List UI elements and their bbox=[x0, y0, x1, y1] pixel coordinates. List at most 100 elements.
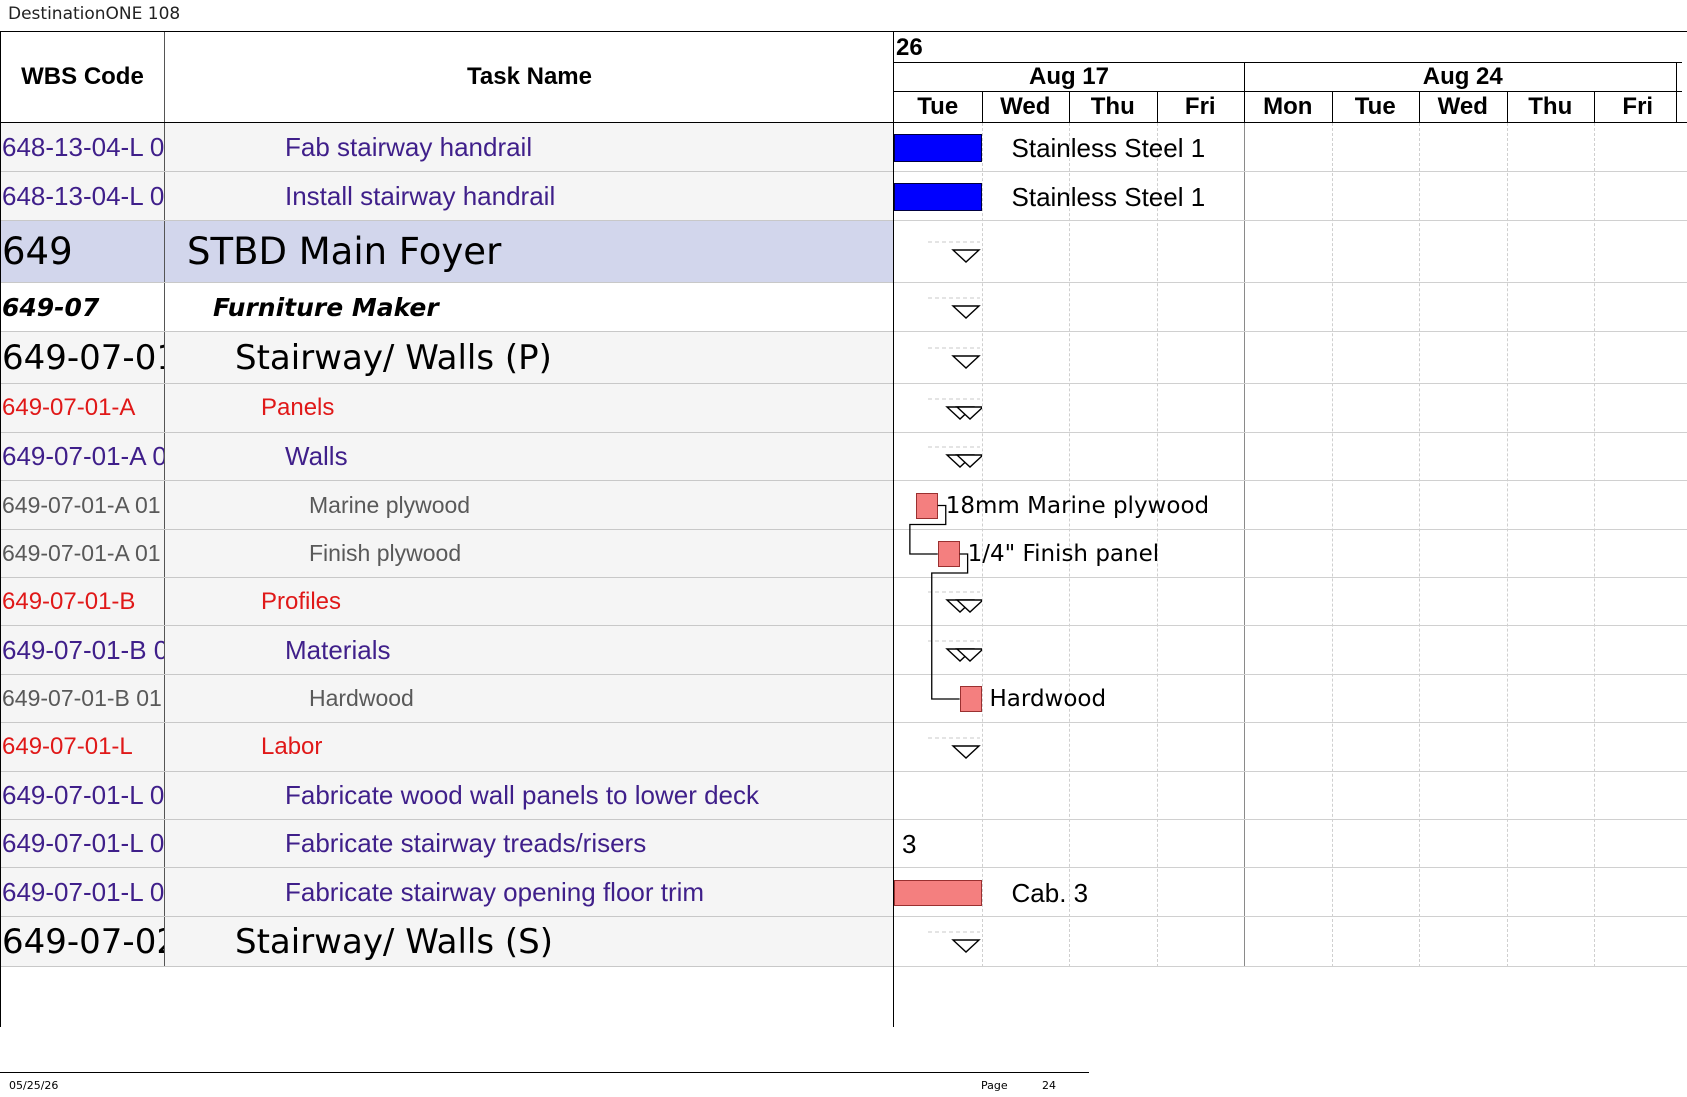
wbs-code-cell: 649-07-02 bbox=[1, 917, 165, 966]
gantt-row-line bbox=[894, 171, 1687, 172]
task-name-cell: Hardwood bbox=[309, 685, 414, 711]
wbs-code-cell: 649-07-01-A 0 bbox=[1, 433, 165, 480]
task-row[interactable]: 649-07-01-L 0 Fabricate wood wall panels … bbox=[1, 772, 894, 820]
document-title: DestinationONE 108 bbox=[8, 4, 181, 24]
task-row[interactable]: 649-07-01-A 01 Marine plywood bbox=[1, 481, 894, 530]
timescale-divider bbox=[1331, 92, 1333, 122]
task-row[interactable]: 648-13-04-L 0 Fab stairway handrail bbox=[1, 123, 894, 172]
wbs-code-cell: 649-07-01-L 0 bbox=[1, 820, 165, 867]
task-name-cell: Profiles bbox=[261, 587, 342, 615]
task-name-column-header[interactable]: Task Name bbox=[165, 32, 894, 122]
task-row[interactable]: 649-07-01-B 01 Hardwood bbox=[1, 675, 894, 723]
gantt-row-line bbox=[894, 480, 1687, 481]
timescale-day-label: Thu bbox=[1090, 93, 1135, 120]
summary-triangle-icon[interactable] bbox=[926, 930, 982, 960]
wbs-code-cell: 649-07 bbox=[1, 283, 165, 331]
wbs-code-cell: 649-07-01-L 0 bbox=[1, 772, 165, 819]
task-row[interactable]: 649-07-01-B 0 Materials bbox=[1, 626, 894, 675]
task-table: WBS Code Task Name 648-13-04-L 0 Fab stai… bbox=[0, 31, 894, 1027]
gantt-row-line bbox=[894, 916, 1687, 917]
summary-triangle-icon[interactable] bbox=[926, 296, 982, 326]
task-name-cell: Install stairway handrail bbox=[285, 180, 556, 211]
timescale-day-label: Fri bbox=[1622, 93, 1654, 120]
gantt-gridline bbox=[1419, 123, 1420, 967]
wbs-code-cell: 649-07-01-L 0 bbox=[1, 868, 165, 916]
gantt-timescale-header: 26 Aug 17 Aug 24 Tue Wed Thu Fri Mon Tue Wed Thu F… bbox=[894, 32, 1687, 123]
gantt-row-line bbox=[894, 966, 1687, 967]
task-name-cell: Panels bbox=[261, 394, 335, 421]
schedule-grid: WBS Code Task Name 648-13-04-L 0 Fab stai… bbox=[0, 31, 1687, 1027]
gantt-row-line bbox=[894, 331, 1687, 332]
timescale-week-label: Aug 17 bbox=[894, 62, 1244, 92]
timescale-divider bbox=[981, 92, 983, 122]
gantt-task-bar[interactable] bbox=[937, 541, 960, 567]
gantt-row-line bbox=[894, 819, 1687, 820]
timescale-divider bbox=[1419, 92, 1420, 122]
gantt-bar-label: Hardwood bbox=[989, 686, 1107, 712]
task-row[interactable]: 649-07-01-A 0 Walls bbox=[1, 433, 894, 481]
gantt-row-line bbox=[894, 432, 1687, 433]
gantt-task-bar[interactable] bbox=[959, 686, 982, 712]
task-name-cell: STBD Main Foyer bbox=[187, 230, 502, 273]
timescale-day-label: Fri bbox=[1184, 93, 1216, 120]
timescale-divider bbox=[1675, 62, 1677, 122]
gantt-gridline bbox=[1506, 123, 1508, 967]
double-triangle-icon[interactable] bbox=[926, 397, 982, 427]
wbs-code-cell: 649-07-01 bbox=[1, 332, 165, 383]
task-row[interactable]: 649-07 Furniture Maker bbox=[1, 283, 894, 332]
wbs-code-cell: 649-07-01-A 01 bbox=[1, 530, 165, 577]
wbs-code-cell: 649-07-01-A 01 bbox=[1, 481, 165, 529]
gantt-row-line bbox=[894, 383, 1687, 384]
gantt-task-bar[interactable] bbox=[894, 879, 982, 906]
double-triangle-icon[interactable] bbox=[926, 639, 982, 669]
double-triangle-icon[interactable] bbox=[926, 590, 982, 620]
task-name-cell: Materials bbox=[285, 634, 391, 665]
task-row[interactable]: 648-13-04-L 0 Install stairway handrail bbox=[1, 172, 894, 221]
task-row[interactable]: 649-07-01-A Panels bbox=[1, 384, 894, 433]
task-row[interactable]: 649-07-01-L 0 Fabricate stairway opening … bbox=[1, 868, 894, 917]
timescale-day-label: Mon bbox=[1263, 93, 1313, 120]
gantt-row-line bbox=[894, 867, 1687, 868]
task-row[interactable]: 649-07-02 Stairway/ Walls (S) bbox=[1, 917, 894, 967]
task-name-cell: Stairway/ Walls (P) bbox=[235, 337, 552, 378]
task-name-cell: Finish plywood bbox=[309, 540, 462, 566]
timescale-day-label: Wed bbox=[1437, 93, 1488, 120]
task-row[interactable]: 649-07-01-L 0 Fabricate stairway treads/r… bbox=[1, 820, 894, 868]
summary-triangle-icon[interactable] bbox=[926, 736, 982, 766]
task-name-cell: Walls bbox=[285, 441, 348, 471]
timescale-year-label: 26 bbox=[896, 34, 923, 61]
timescale-day-label: Tue bbox=[917, 93, 959, 120]
gantt-row-line bbox=[894, 529, 1687, 530]
task-row[interactable]: 649 STBD Main Foyer bbox=[1, 221, 894, 283]
dependency-link bbox=[931, 553, 969, 700]
gantt-task-bar[interactable] bbox=[894, 182, 982, 211]
task-row[interactable]: 649-07-01-B Profiles bbox=[1, 578, 894, 626]
gantt-gridline bbox=[1594, 123, 1595, 967]
timescale-divider bbox=[1156, 92, 1158, 122]
wbs-code-column-header[interactable]: WBS Code bbox=[1, 32, 165, 122]
wbs-code-cell: 648-13-04-L 0 bbox=[1, 123, 165, 171]
summary-triangle-icon[interactable] bbox=[926, 240, 982, 270]
gantt-bar-label: 18mm Marine plywood bbox=[945, 492, 1210, 519]
footer-date: 05/25/26 bbox=[9, 1079, 59, 1092]
gantt-chart: 26 Aug 17 Aug 24 Tue Wed Thu Fri Mon Tue Wed Thu F… bbox=[893, 31, 1687, 1027]
gantt-bar-label: Stainless Steel 1 bbox=[1011, 181, 1206, 212]
summary-triangle-icon[interactable] bbox=[926, 346, 982, 376]
gantt-row-line bbox=[894, 771, 1687, 772]
gantt-bar-label: Cab. 3 bbox=[1011, 877, 1089, 908]
task-name-cell: Labor bbox=[261, 733, 323, 760]
gantt-bar-label: 1/4" Finish panel bbox=[967, 541, 1160, 567]
task-row[interactable]: 649-07-01 Stairway/ Walls (P) bbox=[1, 332, 894, 384]
wbs-code-cell: 649-07-01-B 01 bbox=[1, 675, 165, 722]
double-triangle-icon[interactable] bbox=[926, 445, 982, 475]
task-name-cell: Fabricate stairway treads/risers bbox=[285, 828, 647, 858]
gantt-gridline bbox=[1331, 123, 1333, 967]
wbs-code-cell: 649-07-01-B bbox=[1, 578, 165, 625]
gantt-task-bar[interactable] bbox=[915, 492, 938, 519]
timescale-day-label: Thu bbox=[1528, 93, 1573, 120]
gantt-row-line bbox=[894, 674, 1687, 675]
task-row[interactable]: 649-07-01-A 01 Finish plywood bbox=[1, 530, 894, 578]
gantt-row-line bbox=[894, 625, 1687, 626]
task-row[interactable]: 649-07-01-L Labor bbox=[1, 723, 894, 772]
gantt-task-bar[interactable] bbox=[894, 133, 982, 162]
